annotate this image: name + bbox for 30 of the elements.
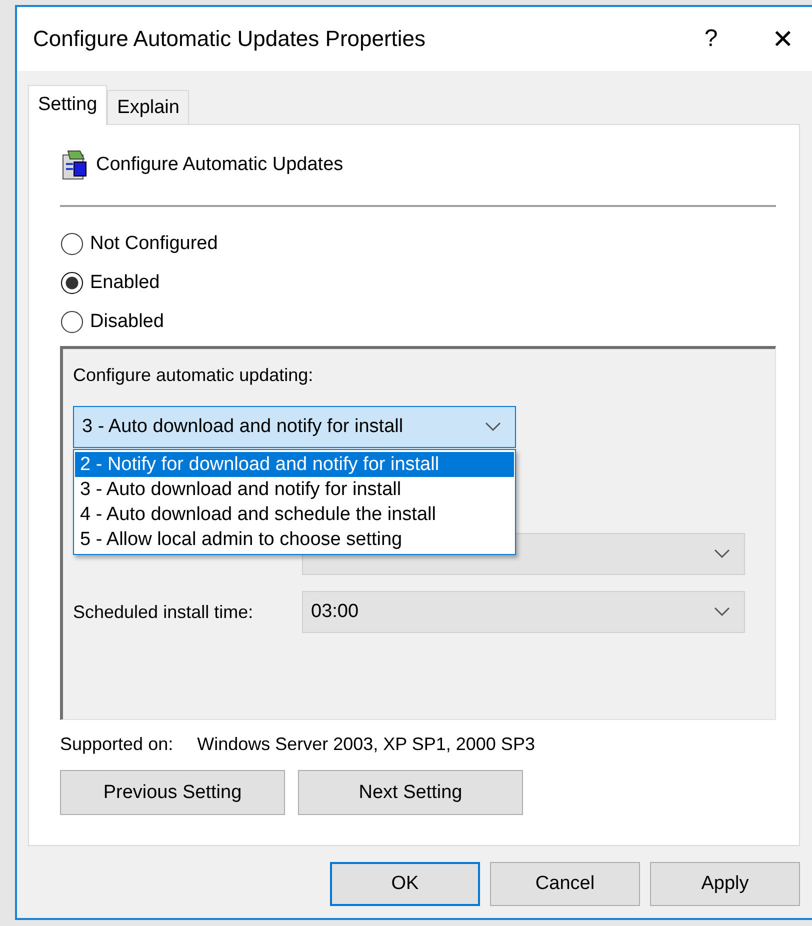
dialog-button[interactable]: Apply	[650, 862, 800, 906]
dropdown-option[interactable]: 5 - Allow local admin to choose setting	[75, 527, 514, 552]
chevron-icon	[714, 607, 730, 617]
radio-label[interactable]: Not Configured	[90, 232, 218, 254]
close-button[interactable]: ✕	[753, 14, 812, 64]
schedule-dropdown[interactable]: 03:00	[302, 591, 745, 633]
radio-label[interactable]: Enabled	[90, 272, 160, 294]
chevron-icon	[485, 422, 501, 432]
chevron-icon	[714, 549, 730, 559]
policy-title: Configure Automatic Updates	[96, 154, 344, 176]
radio-button[interactable]	[61, 272, 83, 294]
supported-value: Windows Server 2003, XP SP1, 2000 SP3	[197, 734, 535, 754]
help-button[interactable]: ?	[681, 14, 741, 64]
tab[interactable]: Setting	[28, 85, 108, 125]
supported-label: Supported on:	[60, 734, 174, 754]
window-title: Configure Automatic Updates Properties	[33, 26, 427, 52]
radio-button[interactable]	[61, 232, 83, 254]
field-label: Scheduled install time:	[73, 602, 254, 622]
dropdown-option[interactable]: 4 - Auto download and schedule the install	[75, 502, 514, 527]
field-label: Configure automatic updating:	[73, 365, 314, 386]
dropdown-option[interactable]: 2 - Notify for download and notify for install	[75, 452, 514, 477]
dialog-button[interactable]: Cancel	[490, 862, 640, 906]
update-mode-dropdown[interactable]: 3 - Auto download and notify for install	[73, 406, 516, 448]
nav-button[interactable]: Next Setting	[298, 770, 523, 815]
radio-label[interactable]: Disabled	[90, 310, 164, 332]
radio-button[interactable]	[61, 310, 83, 332]
dropdown-option[interactable]: 3 - Auto download and notify for install	[75, 477, 514, 502]
nav-button[interactable]: Previous Setting	[60, 770, 285, 815]
dialog-button[interactable]: OK	[330, 862, 480, 906]
tab[interactable]: Explain	[107, 90, 190, 124]
